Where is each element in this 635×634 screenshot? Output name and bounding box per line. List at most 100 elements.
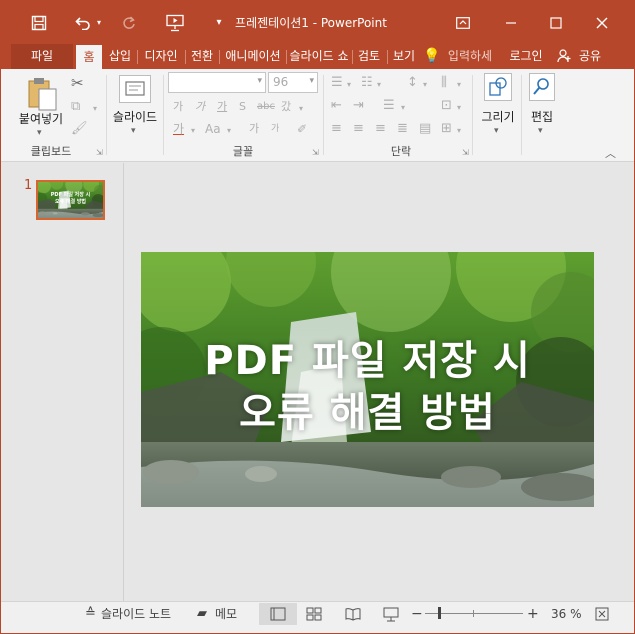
slide-show-icon[interactable]: [382, 605, 400, 623]
tell-me-input[interactable]: 입력하세: [439, 44, 501, 69]
maximize-icon[interactable]: [541, 1, 571, 44]
bullets-dropdown-chevron-icon[interactable]: ▾: [347, 77, 351, 93]
bold-icon[interactable]: 가: [173, 99, 183, 115]
comments-button[interactable]: 메모: [215, 602, 237, 626]
text-direction-dropdown-chevron-icon[interactable]: ▾: [401, 100, 405, 116]
font-name-combo[interactable]: ▾: [168, 72, 266, 93]
save-icon[interactable]: [25, 1, 53, 44]
tab-transitions[interactable]: 전환: [187, 44, 217, 69]
distributed-icon[interactable]: ▤: [419, 121, 431, 137]
decrease-indent-icon[interactable]: ⇤: [331, 98, 342, 114]
group-divider: [323, 75, 324, 155]
change-case-dropdown-chevron-icon[interactable]: ▾: [227, 123, 231, 139]
normal-view-button[interactable]: [259, 603, 297, 625]
tab-design[interactable]: 디자인: [139, 44, 183, 69]
align-center-icon[interactable]: ≡: [353, 121, 364, 137]
character-spacing-icon[interactable]: 갔: [281, 99, 291, 115]
decrease-font-size-icon[interactable]: 가: [271, 121, 279, 137]
group-divider: [472, 75, 473, 155]
group-divider: [521, 75, 522, 155]
editing-dropdown-chevron-icon[interactable]: ▾: [538, 123, 543, 139]
font-color-icon[interactable]: 가: [173, 121, 184, 137]
find-icon[interactable]: [529, 73, 555, 101]
font-size-combo[interactable]: 96 ▾: [268, 72, 318, 93]
ribbon-display-options-icon[interactable]: [449, 1, 477, 44]
increase-font-size-icon[interactable]: 가: [249, 121, 259, 137]
start-from-beginning-icon[interactable]: [161, 1, 189, 44]
zoom-out-icon[interactable]: −: [411, 602, 423, 626]
font-launcher-icon[interactable]: ⇲: [312, 148, 319, 157]
strikethrough-icon[interactable]: abc: [257, 99, 275, 115]
reading-view-icon[interactable]: [344, 605, 362, 623]
slide-thumbnail-1[interactable]: PDF 파일 저장 시 오류 해결 방법: [36, 180, 105, 220]
undo-icon[interactable]: [71, 1, 95, 44]
sign-in-link[interactable]: 로그인: [504, 44, 548, 69]
tab-divider: [286, 50, 287, 64]
zoom-level[interactable]: 36 %: [551, 602, 582, 626]
font-size-dropdown-chevron-icon[interactable]: ▾: [309, 76, 314, 86]
tab-divider: [219, 50, 220, 64]
tab-review[interactable]: 검토: [354, 44, 384, 69]
align-text-dropdown-chevron-icon[interactable]: ▾: [457, 100, 461, 116]
columns-icon[interactable]: ⫼: [441, 75, 447, 91]
numbering-dropdown-chevron-icon[interactable]: ▾: [377, 77, 381, 93]
line-spacing-icon[interactable]: ↕: [407, 75, 418, 91]
shapes-icon[interactable]: [484, 73, 512, 101]
numbering-icon[interactable]: ☷: [361, 75, 373, 91]
tab-slide-show[interactable]: 슬라이드 쇼: [288, 44, 350, 69]
paste-icon[interactable]: [25, 75, 59, 113]
ribbon-home: 붙여넣기 ▾ ✂ ⧉ ▾ 🖌 클립보드 ⇲ 슬라이드 ▾ ▾ 96 ▾ 가 가 …: [1, 69, 634, 162]
clipboard-launcher-icon[interactable]: ⇲: [96, 148, 103, 157]
font-name-dropdown-chevron-icon[interactable]: ▾: [257, 76, 262, 86]
italic-icon[interactable]: 가: [195, 99, 205, 115]
justify-icon[interactable]: ≣: [397, 121, 408, 137]
zoom-slider-thumb[interactable]: [438, 607, 441, 619]
character-spacing-dropdown-chevron-icon[interactable]: ▾: [299, 101, 303, 117]
align-left-icon[interactable]: ≡: [331, 121, 342, 137]
underline-icon[interactable]: 가: [217, 99, 227, 115]
align-text-icon[interactable]: ⊡: [441, 98, 452, 114]
notes-button[interactable]: 슬라이드 노트: [101, 602, 171, 626]
slide-canvas[interactable]: PDF 파일 저장 시 오류 해결 방법: [141, 252, 594, 507]
drawing-dropdown-chevron-icon[interactable]: ▾: [494, 123, 499, 139]
format-painter-icon[interactable]: 🖌: [71, 121, 88, 137]
new-slide-dropdown-chevron-icon[interactable]: ▾: [131, 123, 136, 139]
bullets-icon[interactable]: ☰: [331, 75, 343, 91]
tab-view[interactable]: 보기: [389, 44, 419, 69]
tab-insert[interactable]: 삽입: [105, 44, 135, 69]
slide-title-line2[interactable]: 오류 해결 방법: [141, 390, 594, 436]
paste-dropdown-chevron-icon[interactable]: ▾: [37, 125, 42, 141]
slide-title-line1[interactable]: PDF 파일 저장 시: [141, 338, 594, 384]
tab-divider: [185, 50, 186, 64]
tab-file[interactable]: 파일: [11, 44, 73, 69]
group-divider: [163, 75, 164, 155]
copy-dropdown-chevron-icon[interactable]: ▾: [93, 101, 97, 117]
zoom-in-icon[interactable]: +: [527, 602, 539, 626]
close-icon[interactable]: [587, 1, 617, 44]
shadow-icon[interactable]: S: [239, 99, 246, 115]
paragraph-launcher-icon[interactable]: ⇲: [462, 148, 469, 157]
increase-indent-icon[interactable]: ⇥: [353, 98, 364, 114]
line-spacing-dropdown-chevron-icon[interactable]: ▾: [423, 77, 427, 93]
undo-dropdown-chevron-icon[interactable]: ▾: [93, 1, 105, 44]
clear-formatting-icon[interactable]: ✐: [297, 121, 307, 137]
change-case-icon[interactable]: Aa: [205, 121, 221, 137]
font-color-dropdown-chevron-icon[interactable]: ▾: [191, 123, 195, 139]
tab-animations[interactable]: 애니메이션: [221, 44, 285, 69]
align-right-icon[interactable]: ≡: [375, 121, 386, 137]
collapse-ribbon-chevron-icon[interactable]: ︿: [605, 146, 616, 162]
redo-icon[interactable]: [117, 1, 141, 44]
text-direction-icon[interactable]: ☰: [383, 98, 395, 114]
slide-sorter-icon[interactable]: [305, 605, 323, 623]
fit-to-window-icon[interactable]: [593, 605, 611, 623]
smartart-dropdown-chevron-icon[interactable]: ▾: [457, 123, 461, 139]
copy-icon[interactable]: ⧉: [71, 99, 80, 115]
share-button[interactable]: 공유: [573, 44, 607, 69]
columns-dropdown-chevron-icon[interactable]: ▾: [457, 77, 461, 93]
new-slide-icon[interactable]: [119, 75, 151, 103]
smartart-icon[interactable]: ⊞: [441, 121, 452, 137]
title-bar: ▾ ▾ 프레젠테이션1 - PowerPoint: [1, 1, 634, 44]
minimize-icon[interactable]: [496, 1, 526, 44]
tab-home[interactable]: 홈: [76, 45, 102, 69]
cut-icon[interactable]: ✂: [71, 75, 84, 91]
